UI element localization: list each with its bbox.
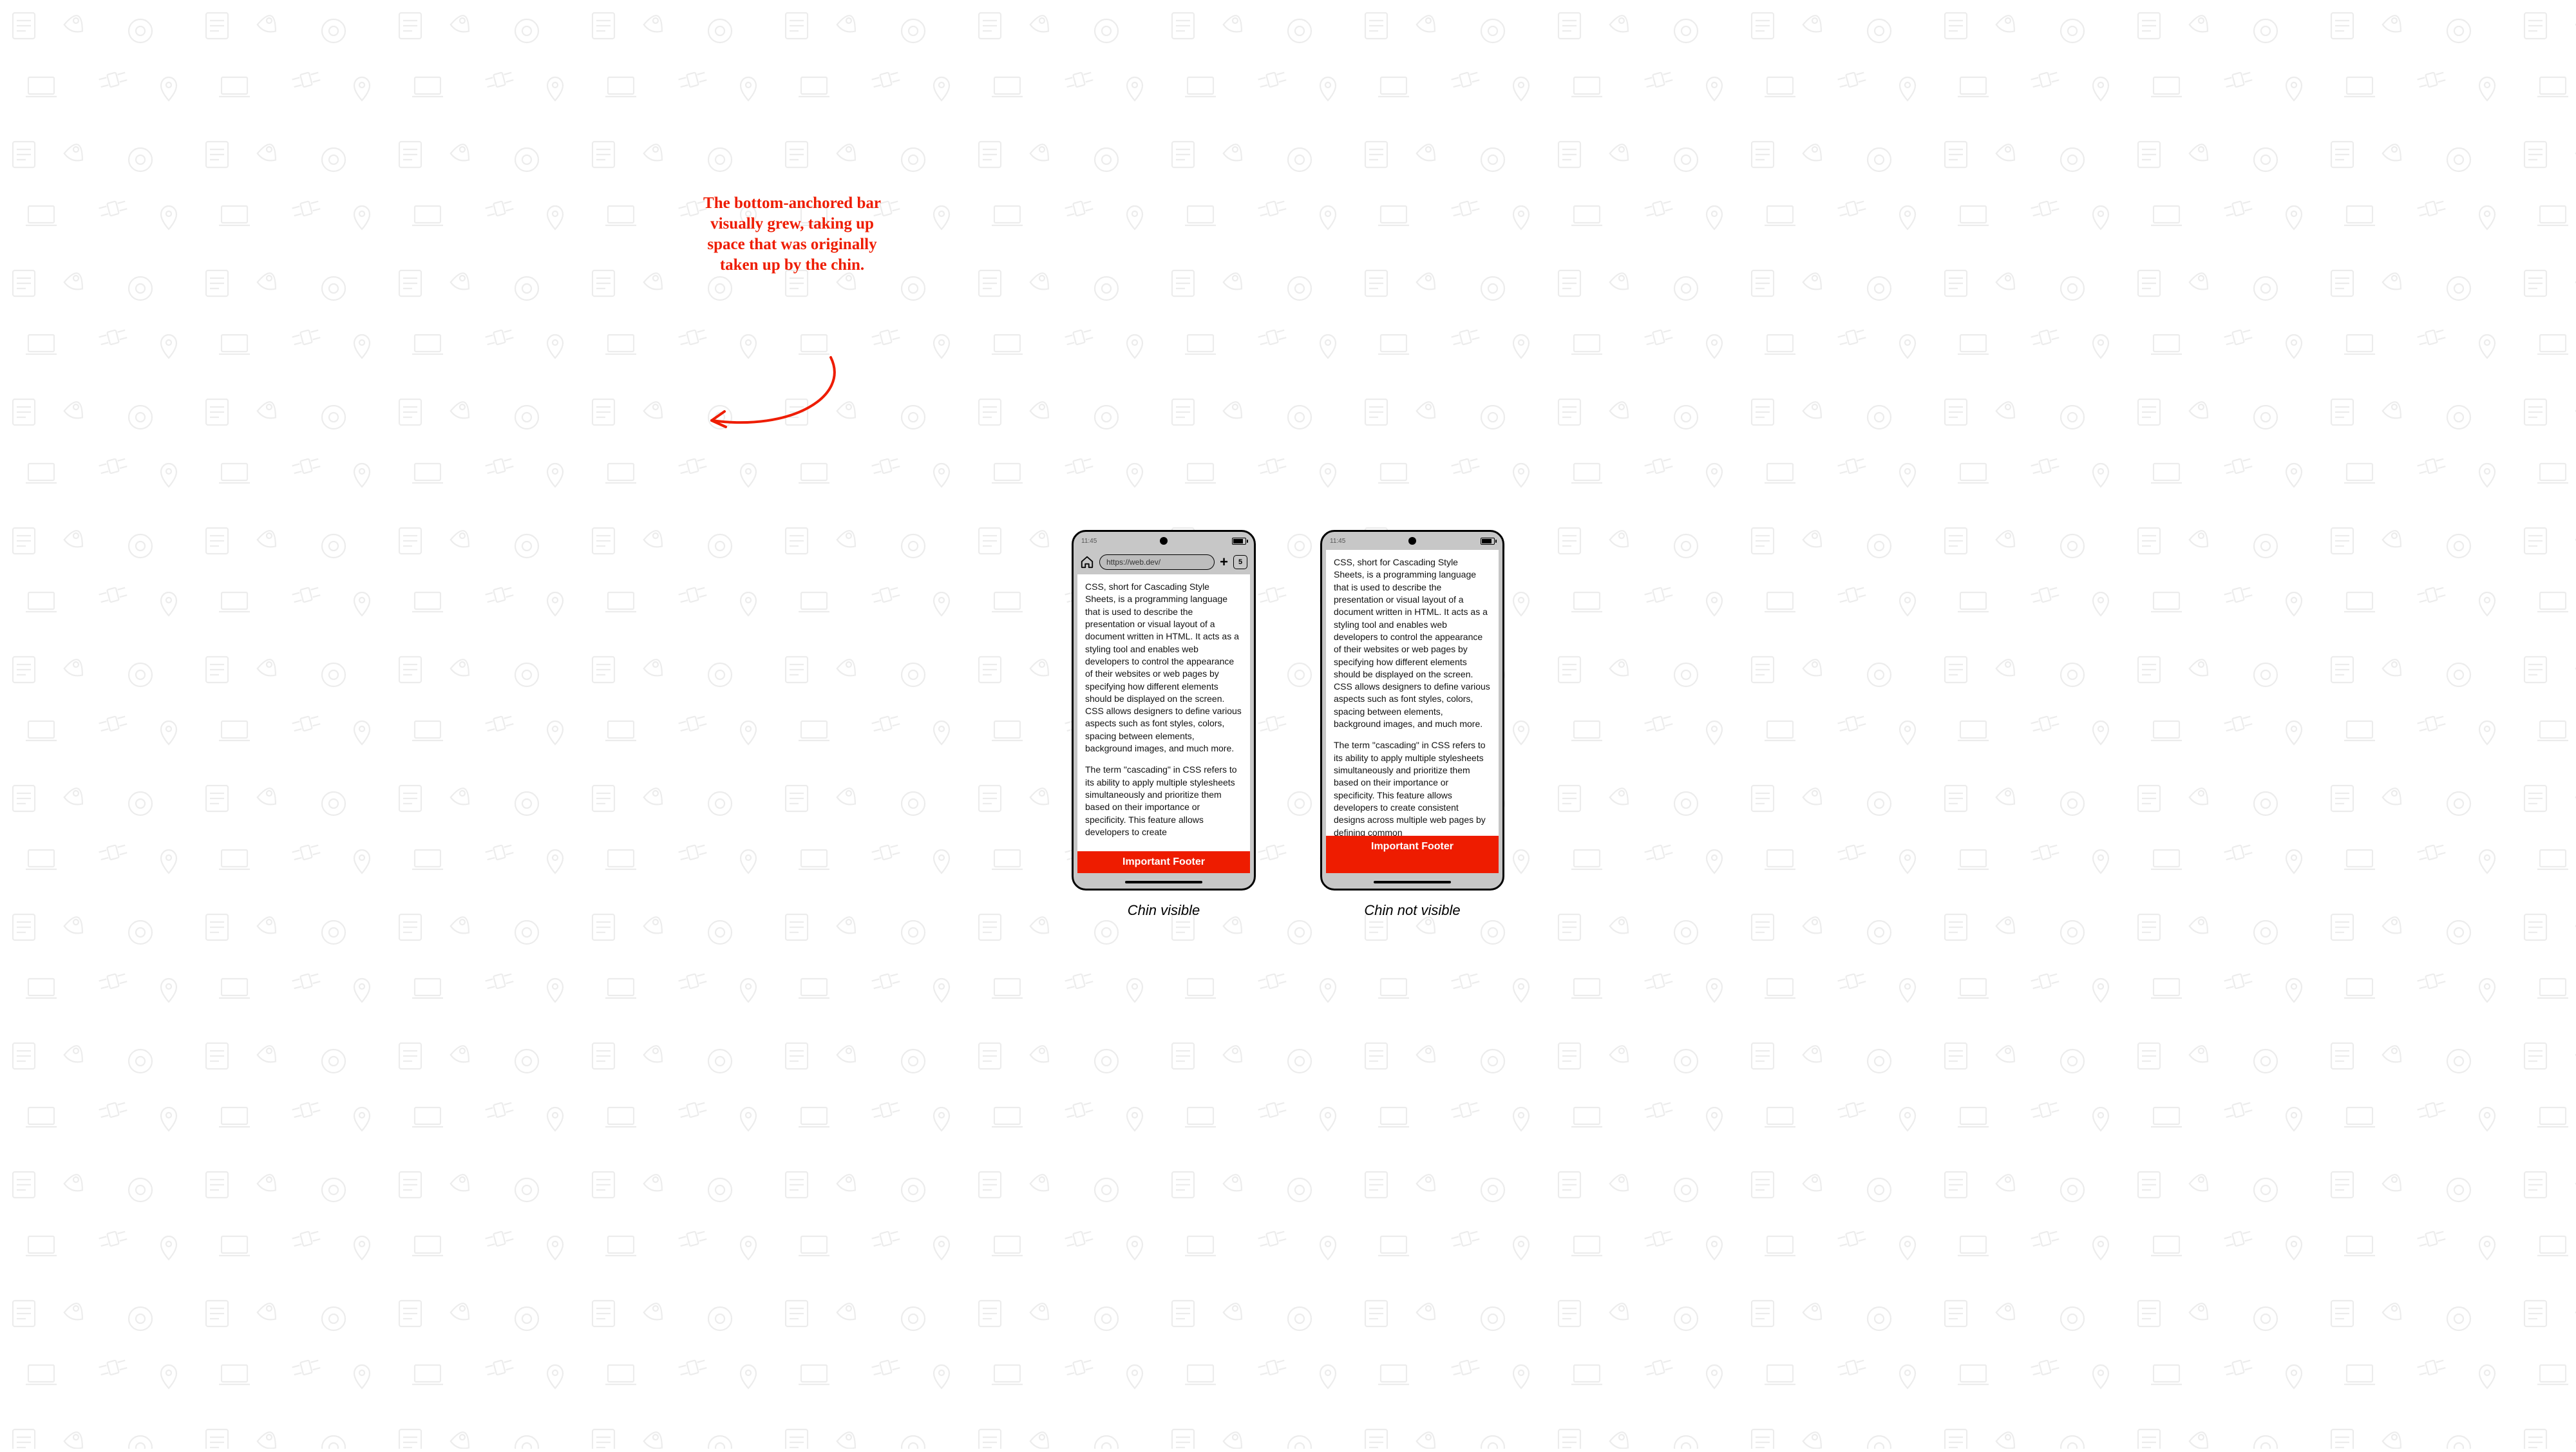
- status-bar: 11:45: [1074, 532, 1254, 550]
- paragraph-1: CSS, short for Cascading Style Sheets, i…: [1334, 556, 1491, 730]
- caption-right: Chin not visible: [1364, 902, 1460, 919]
- page-content: CSS, short for Cascading Style Sheets, i…: [1326, 550, 1499, 836]
- camera-dot-icon: [1160, 537, 1168, 545]
- phone-mock-left: 11:45 https://web.dev/ + 5 CSS, short fo…: [1072, 530, 1256, 891]
- home-indicator-icon: [1125, 881, 1202, 883]
- browser-toolbar: https://web.dev/ + 5: [1074, 550, 1254, 574]
- camera-dot-icon: [1408, 537, 1416, 545]
- battery-icon: [1232, 538, 1246, 545]
- home-icon[interactable]: [1080, 555, 1094, 569]
- footer-label: Important Footer: [1122, 856, 1205, 868]
- status-bar: 11:45: [1322, 532, 1502, 550]
- anchored-footer[interactable]: Important Footer: [1077, 851, 1250, 873]
- phone-column-right: 11:45 CSS, short for Cascading Style She…: [1320, 530, 1504, 919]
- home-indicator-icon: [1374, 881, 1451, 883]
- caption-left: Chin visible: [1128, 902, 1200, 919]
- page-content: CSS, short for Cascading Style Sheets, i…: [1077, 574, 1250, 851]
- paragraph-1: CSS, short for Cascading Style Sheets, i…: [1085, 581, 1242, 755]
- tab-count-button[interactable]: 5: [1233, 555, 1247, 569]
- phone-mock-right: 11:45 CSS, short for Cascading Style She…: [1320, 530, 1504, 891]
- page-viewport: CSS, short for Cascading Style Sheets, i…: [1077, 574, 1250, 873]
- footer-label: Important Footer: [1371, 841, 1454, 853]
- new-tab-icon[interactable]: +: [1220, 555, 1228, 569]
- battery-icon: [1481, 538, 1495, 545]
- paragraph-2: The term "cascading" in CSS refers to it…: [1085, 764, 1242, 838]
- anchored-footer[interactable]: Important Footer: [1326, 836, 1499, 873]
- url-text: https://web.dev/: [1106, 558, 1160, 567]
- status-time: 11:45: [1330, 538, 1345, 545]
- diagram-stage: 11:45 https://web.dev/ + 5 CSS, short fo…: [0, 0, 2576, 1449]
- url-bar[interactable]: https://web.dev/: [1099, 554, 1215, 570]
- page-viewport: CSS, short for Cascading Style Sheets, i…: [1326, 550, 1499, 873]
- status-time: 11:45: [1081, 538, 1097, 545]
- paragraph-2: The term "cascading" in CSS refers to it…: [1334, 739, 1491, 836]
- phone-column-left: 11:45 https://web.dev/ + 5 CSS, short fo…: [1072, 530, 1256, 919]
